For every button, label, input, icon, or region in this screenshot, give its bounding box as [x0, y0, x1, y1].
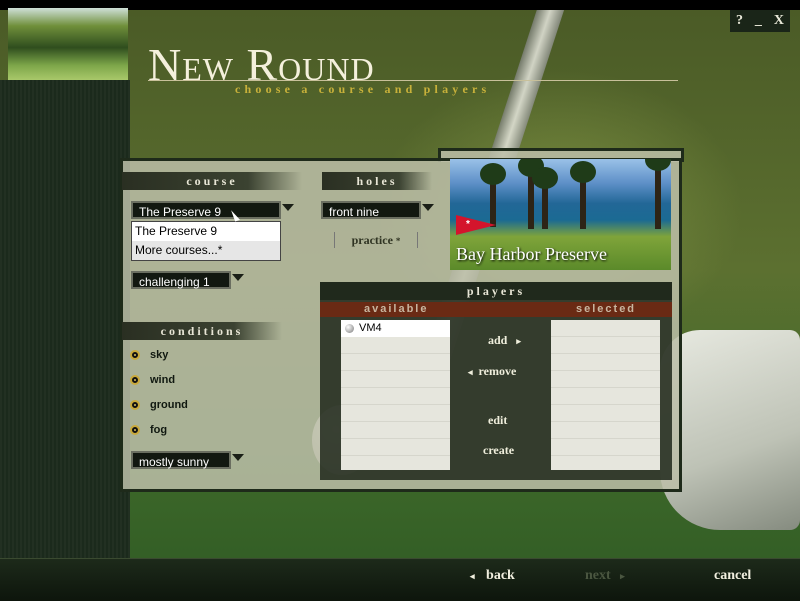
- condition-option-fog[interactable]: fog: [130, 421, 188, 439]
- condition-option-wind[interactable]: wind: [130, 371, 188, 389]
- holes-dropdown-arrow-icon[interactable]: [422, 204, 434, 211]
- title-underline: [148, 80, 678, 81]
- remove-label: remove: [478, 364, 517, 378]
- course-select[interactable]: The Preserve 9: [131, 201, 281, 219]
- footer-bar: [0, 558, 800, 601]
- players-columns-header: available selected: [320, 302, 672, 317]
- back-label: back: [486, 568, 515, 583]
- selected-players-list[interactable]: [551, 320, 660, 470]
- add-player-button[interactable]: add ▸: [488, 333, 521, 348]
- right-arrow-icon: ▸: [620, 571, 625, 581]
- conditions-header: conditions: [122, 322, 282, 340]
- course-dropdown-list: The Preserve 9 More courses...*: [131, 221, 281, 261]
- course-header: course: [122, 172, 302, 190]
- condition-label: fog: [150, 424, 168, 436]
- radio-icon[interactable]: [130, 375, 140, 385]
- cancel-button[interactable]: cancel: [714, 568, 751, 584]
- player-name: VM4: [359, 322, 382, 334]
- flag-marker: *: [466, 219, 470, 230]
- radio-icon[interactable]: [130, 400, 140, 410]
- dropdown-option[interactable]: The Preserve 9: [132, 222, 280, 241]
- window-controls: ? _ X: [730, 10, 790, 32]
- left-decorative-strip: [0, 80, 130, 558]
- left-arrow-icon: ◂: [470, 571, 475, 581]
- holes-select[interactable]: front nine: [321, 201, 421, 219]
- help-button[interactable]: ?: [736, 13, 743, 29]
- course-dropdown-arrow-icon[interactable]: [282, 204, 294, 211]
- golf-ball-icon: [345, 324, 354, 333]
- holes-header: holes: [322, 172, 432, 190]
- condition-label: sky: [150, 349, 169, 361]
- edit-player-button[interactable]: edit: [488, 413, 507, 428]
- condition-label: ground: [150, 399, 188, 411]
- add-label: add: [488, 333, 508, 347]
- condition-option-sky[interactable]: sky: [130, 346, 188, 364]
- practice-marker: *: [395, 236, 401, 246]
- course-name-label: Bay Harbor Preserve: [456, 244, 607, 264]
- radio-icon[interactable]: [130, 350, 140, 360]
- conditions-select[interactable]: mostly sunny: [131, 451, 231, 469]
- create-player-button[interactable]: create: [483, 443, 514, 458]
- conditions-dropdown-arrow-icon[interactable]: [232, 454, 244, 461]
- practice-button[interactable]: practice *: [334, 232, 418, 248]
- right-arrow-icon: ▸: [516, 336, 521, 346]
- page-subtitle: choose a course and players: [235, 82, 491, 96]
- list-item[interactable]: VM4: [341, 320, 450, 337]
- practice-label: practice: [351, 233, 393, 247]
- next-label: next: [585, 568, 611, 583]
- players-header: players: [320, 282, 672, 300]
- available-players-list[interactable]: VM4: [341, 320, 450, 470]
- condition-label: wind: [150, 374, 176, 386]
- next-button[interactable]: next ▸: [585, 568, 625, 584]
- condition-option-ground[interactable]: ground: [130, 396, 188, 414]
- available-header: available: [364, 303, 429, 315]
- radio-icon[interactable]: [130, 425, 140, 435]
- close-button[interactable]: X: [774, 13, 784, 29]
- dropdown-option[interactable]: More courses...*: [132, 241, 280, 260]
- conditions-options: sky wind ground fog: [130, 346, 188, 439]
- flag-icon: [456, 215, 496, 235]
- left-arrow-icon: ◂: [468, 367, 473, 377]
- difficulty-dropdown-arrow-icon[interactable]: [232, 274, 244, 281]
- selected-header: selected: [576, 303, 637, 315]
- course-thumbnail: [8, 8, 128, 80]
- back-button[interactable]: ◂ back: [470, 568, 515, 584]
- difficulty-select[interactable]: challenging 1: [131, 271, 231, 289]
- minimize-button[interactable]: _: [755, 13, 762, 29]
- remove-player-button[interactable]: ◂ remove: [468, 364, 516, 379]
